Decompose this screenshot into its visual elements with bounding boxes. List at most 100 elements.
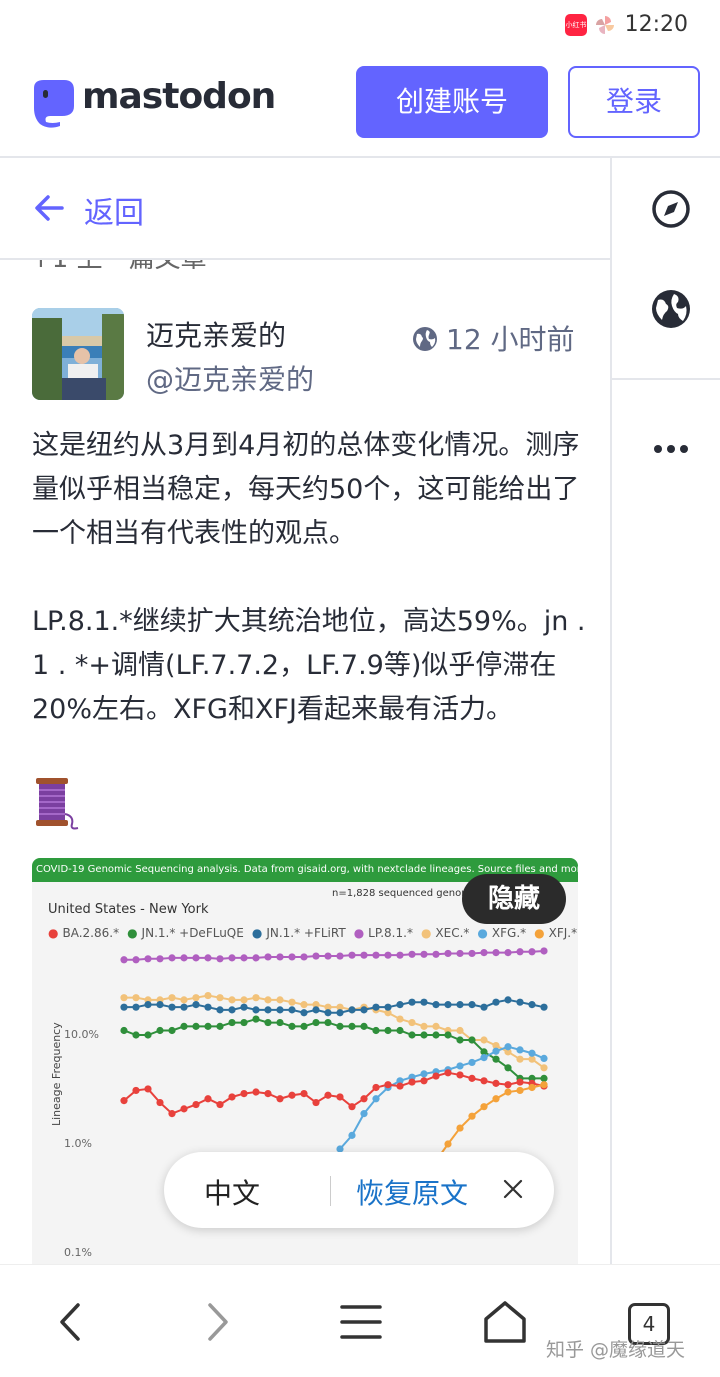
globe-icon[interactable] [650,288,692,330]
data-point [300,1009,308,1017]
data-point [336,952,344,960]
post-time-ago: 12 小时前 [446,323,575,356]
data-point [216,955,224,963]
data-point [324,1018,332,1027]
author-avatar[interactable] [32,308,124,400]
data-point [132,1031,140,1039]
nav-back-icon[interactable] [48,1299,94,1345]
back-arrow-icon[interactable] [32,190,68,226]
data-point [336,1009,344,1017]
data-point [180,1022,188,1030]
data-point [168,994,176,1002]
hide-media-button[interactable]: 隐藏 [462,874,566,924]
data-point [240,996,248,1004]
data-point [216,1022,224,1030]
data-point [516,1078,524,1086]
data-point [156,1026,164,1035]
data-point [468,1112,476,1120]
translate-language[interactable]: 中文 [204,1172,260,1212]
data-point [420,950,428,958]
data-point [288,1022,296,1030]
translate-divider [330,1176,331,1206]
data-point [288,998,296,1006]
data-point [228,954,236,962]
data-point [276,1095,284,1103]
data-point [324,952,332,960]
login-button[interactable]: 登录 [568,66,700,138]
xiaohongshu-app-icon: 小红书 [565,14,587,36]
data-point [504,1081,512,1089]
nav-forward-icon[interactable] [194,1299,240,1345]
data-point [300,1022,308,1030]
data-point [288,1091,296,1099]
data-point [264,1018,272,1027]
data-point [384,1003,392,1011]
data-point [348,1131,356,1139]
data-point [372,1083,380,1092]
author-handle[interactable]: @迈克亲爱的 [146,358,314,398]
mastodon-logo-icon [34,80,74,128]
side-divider [612,378,720,380]
data-point [420,998,428,1006]
side-column [610,158,720,1264]
author-name[interactable]: 迈克亲爱的 [146,314,286,354]
data-point [444,949,452,958]
data-point [372,1003,380,1011]
data-point [432,1072,440,1080]
data-point [480,1103,488,1111]
data-point [456,1036,464,1044]
data-point [360,1095,368,1103]
data-point [480,1054,488,1062]
data-point [180,996,188,1004]
data-point [192,1001,200,1009]
data-point [468,1036,476,1044]
data-point [492,1047,500,1055]
data-point [264,1006,272,1014]
data-point [168,1110,176,1118]
data-point [420,1031,428,1039]
data-point [540,947,548,955]
explore-compass-icon[interactable] [650,188,692,230]
data-point [504,949,512,957]
post-paragraph-1: 这是纽约从3月到4月初的总体变化情况。测序量似乎相当稳定，每天约50个，这可能给… [32,430,580,549]
data-point [312,1018,320,1027]
restore-original-button[interactable]: 恢复原文 [356,1172,468,1212]
close-icon[interactable] [498,1174,528,1204]
data-point [288,953,296,961]
data-point [540,1074,548,1082]
back-link[interactable]: 返回 [84,188,144,232]
create-account-button[interactable]: 创建账号 [356,66,548,138]
data-point [384,951,392,959]
data-point [468,1058,476,1067]
data-point [204,991,212,1000]
data-point [144,1085,152,1093]
data-point [516,1086,524,1095]
data-point [180,954,188,962]
pinwheel-app-icon [596,16,614,34]
data-point [444,1031,452,1039]
data-point [300,1089,308,1098]
data-point [456,1124,464,1132]
data-point [228,996,236,1004]
data-point [528,1001,536,1009]
post-timestamp[interactable]: 12 小时前 [412,318,575,358]
data-point [252,1088,260,1096]
data-point [192,1022,200,1030]
data-point [132,1003,140,1011]
data-point [120,1003,128,1011]
data-point [540,1054,548,1062]
data-point [396,951,404,959]
data-point [204,1095,212,1103]
data-point [432,950,440,958]
thread-spool-emoji-icon [36,778,79,830]
nav-menu-icon[interactable] [338,1299,384,1345]
data-point [216,1006,224,1014]
data-point [300,1001,308,1009]
data-point [384,1026,392,1035]
more-options-icon[interactable] [650,428,692,470]
data-point [252,1015,260,1023]
data-point [204,1003,212,1011]
data-point [408,1078,416,1086]
data-point [144,1031,152,1039]
nav-home-icon[interactable] [482,1299,528,1345]
